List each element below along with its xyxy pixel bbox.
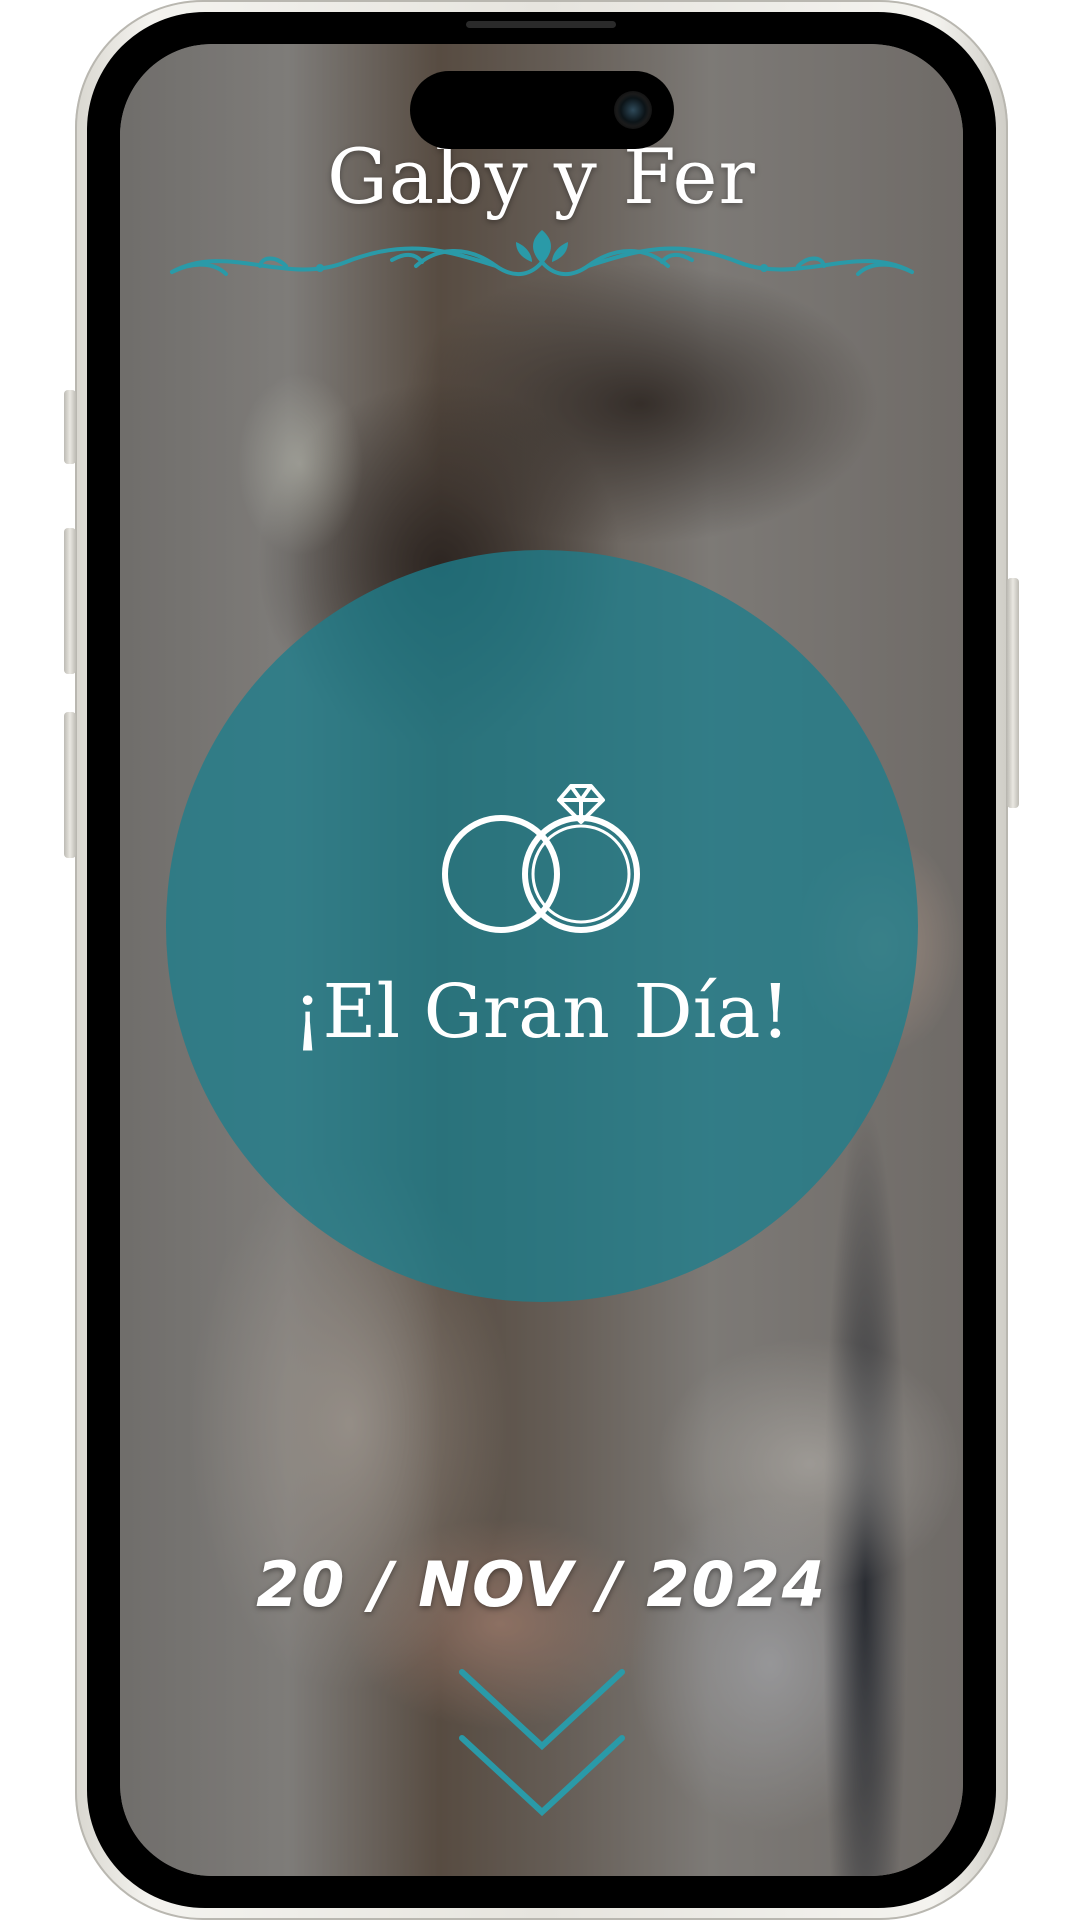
page: Gaby y Fer ¡El Gran Día! 20 / NOV / 2024 <box>0 0 1080 1920</box>
dynamic-island <box>410 71 674 149</box>
volume-up-button <box>64 528 76 674</box>
ornamental-divider-icon <box>170 230 914 277</box>
power-button <box>1007 578 1019 808</box>
earpiece-speaker <box>466 21 616 28</box>
double-chevron-down-icon[interactable] <box>452 1656 632 1824</box>
headline-text: ¡El Gran Día! <box>292 969 791 1055</box>
volume-down-button <box>64 712 76 858</box>
action-button <box>64 390 76 464</box>
invitation-screen: Gaby y Fer ¡El Gran Día! 20 / NOV / 2024 <box>120 44 963 1876</box>
wedding-date: 20 / NOV / 2024 <box>256 1548 827 1621</box>
front-camera-icon <box>614 91 652 129</box>
wedding-rings-icon <box>442 784 640 933</box>
